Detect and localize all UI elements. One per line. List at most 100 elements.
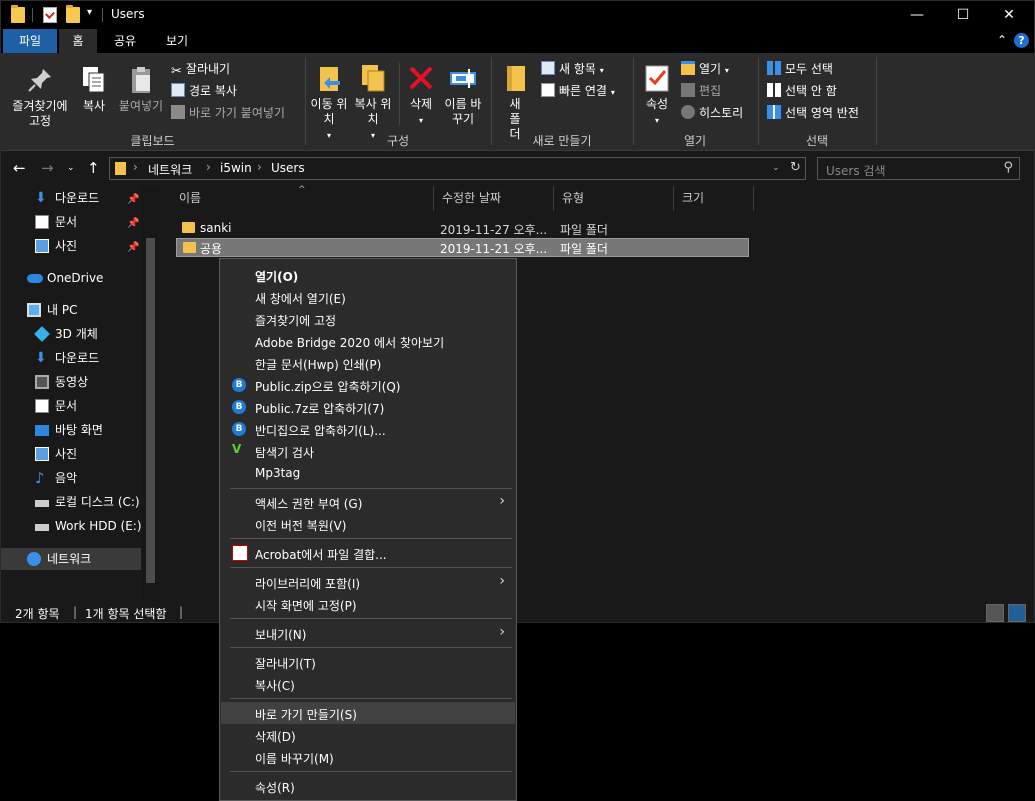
paste-button[interactable]: 붙여넣기 [115,65,167,114]
breadcrumb-chevron-icon[interactable]: › [257,160,262,174]
open-button[interactable]: 열기 ▾ [681,59,729,79]
collapse-ribbon-icon[interactable]: ⌃ [997,33,1007,47]
divider [102,8,103,22]
context-menu: 열기(O) 새 창에서 열기(E) 즐겨찾기에 고정 Adobe Bridge … [219,258,517,801]
properties-label: 속성 [645,97,669,111]
menu-item-properties[interactable]: 속성(R) [221,775,515,797]
tab-share[interactable]: 공유 [105,29,145,53]
recent-locations-chevron-icon[interactable]: ⌄ [67,163,75,173]
menu-item-include-library[interactable]: 라이브러리에 포함(I) › [221,571,515,593]
new-folder-quick-icon[interactable] [66,5,80,23]
menu-item-7z[interactable]: B Public.7z로 압축하기(7) [221,396,515,418]
move-to-button[interactable]: 이동 위치 ▾ [309,63,349,143]
address-dropdown-icon[interactable]: ⌄ [772,163,780,173]
refresh-icon[interactable]: ↻ [790,160,801,175]
delete-button[interactable]: 삭제 ▾ [403,63,439,128]
menu-item-rename[interactable]: 이름 바꾸기(M) [221,746,515,768]
cut-button[interactable]: ✂ 잘라내기 [171,59,230,79]
breadcrumb-chevron-icon[interactable]: › [206,160,211,174]
address-bar[interactable]: › 네트워크 › i5win › Users ⌄ ↻ [109,157,806,180]
menu-item-pin-quick-access[interactable]: 즐겨찾기에 고정 [221,308,515,330]
copy-button[interactable]: 복사 [77,65,111,114]
column-header-size[interactable]: 크기 [674,186,754,211]
maximize-button[interactable]: ☐ [940,1,986,29]
menu-item-copy[interactable]: 복사(C) [221,673,515,695]
menu-item-open-new-window[interactable]: 새 창에서 열기(E) [221,286,515,308]
easy-access-button[interactable]: 빠른 연결 ▾ [541,81,615,101]
menu-item-send-to[interactable]: 보내기(N) › [221,622,515,644]
search-box[interactable]: Users 검색 ⚲ [817,157,1020,180]
tab-file[interactable]: 파일 [3,29,57,53]
column-header-type[interactable]: 유형 [554,186,674,211]
copy-path-button[interactable]: 경로 복사 [171,81,237,101]
column-header-name[interactable]: 이름 [171,186,434,211]
menu-item-give-access[interactable]: 액세스 권한 부여 (G) › [221,491,515,513]
copy-icon [79,65,109,95]
edit-button[interactable]: 편집 [681,81,721,101]
breadcrumb-chevron-icon[interactable]: › [133,160,138,174]
quick-access-dropdown-icon[interactable]: ▾ [87,7,92,18]
menu-item-create-shortcut[interactable]: 바로 가기 만들기(S) [221,702,515,724]
pin-icon[interactable]: 📌 [127,242,139,253]
invert-selection-button[interactable]: 선택 영역 반전 [767,103,859,123]
select-none-button[interactable]: 선택 안 함 [767,81,837,101]
pin-icon[interactable]: 📌 [127,194,139,205]
status-bar: 2개 항목 | 1개 항목 선택함 | [1,601,1034,622]
menu-item-restore-versions[interactable]: 이전 버전 복원(V) [221,513,515,535]
select-all-button[interactable]: 모두 선택 [767,59,833,79]
menu-item-scan[interactable]: V 탐색기 검사 [221,440,515,462]
menu-item-cut[interactable]: 잘라내기(T) [221,651,515,673]
properties-button[interactable]: 속성 ▾ [639,63,675,128]
menu-item-delete[interactable]: 삭제(D) [221,724,515,746]
bandizip-icon: B [232,400,246,414]
drive-icon [35,500,49,507]
nav-item-label: 로컬 디스크 (C:) [55,495,140,509]
menu-item-label: 시작 화면에 고정(P) [255,599,357,613]
paste-shortcut-button[interactable]: 바로 가기 붙여넣기 [171,103,285,123]
history-button[interactable]: 히스토리 [681,103,743,123]
menu-item-acrobat-combine[interactable]: Acrobat에서 파일 결합... [221,542,515,564]
chevron-down-icon: ▾ [724,66,729,75]
menu-item-pin-start[interactable]: 시작 화면에 고정(P) [221,593,515,615]
minimize-button[interactable]: — [894,1,940,29]
tab-view[interactable]: 보기 [155,29,199,53]
up-arrow-icon[interactable]: ↑ [87,159,100,177]
menu-item-mp3tag[interactable]: Mp3tag [221,462,515,484]
rename-label: 이름 바꾸기 [444,97,482,126]
video-icon [35,375,49,389]
pin-icon[interactable]: 📌 [127,218,139,229]
close-button[interactable]: ✕ [986,1,1032,29]
open-label: 열기 [699,62,722,76]
breadcrumb-network[interactable]: 네트워크 [148,161,192,178]
new-item-button[interactable]: 새 항목 ▾ [541,59,604,79]
new-group-label: 새로 만들기 [532,134,592,148]
breadcrumb-users[interactable]: Users [271,161,305,175]
rename-button[interactable]: 이름 바꾸기 [443,63,483,127]
back-arrow-icon[interactable]: ← [13,159,26,177]
nav-scrollbar[interactable] [142,186,159,601]
properties-quick-icon[interactable] [43,7,57,23]
menu-item-label: 반디집으로 압축하기(L)... [255,424,386,438]
easy-access-label: 빠른 연결 [559,84,607,98]
tab-home[interactable]: 홈 [59,29,97,53]
new-folder-button[interactable]: 새 폴더 [497,63,533,142]
help-icon[interactable]: ? [1014,33,1029,48]
new-folder-icon [500,63,530,93]
file-row-public[interactable]: 공용 2019-11-21 오후... 파일 폴더 [176,238,749,257]
column-header-date[interactable]: 수정한 날짜 [434,186,554,211]
menu-item-bandizip[interactable]: B 반디집으로 압축하기(L)... [221,418,515,440]
pin-to-quick-access-button[interactable]: 즐겨찾기에 고정 [7,65,73,129]
file-row-sanki[interactable]: sanki 2019-11-27 오후... 파일 폴더 [176,219,749,238]
status-divider: | [179,605,184,619]
copy-to-button[interactable]: 복사 위치 ▾ [353,63,393,143]
breadcrumb-i5win[interactable]: i5win [220,161,252,175]
nav-scrollbar-thumb[interactable] [146,238,155,583]
menu-item-zip[interactable]: B Public.zip으로 압축하기(Q) [221,374,515,396]
menu-item-hwp-print[interactable]: 한글 문서(Hwp) 인쇄(P) [221,352,515,374]
antivirus-v3-icon: V [232,442,242,456]
details-view-icon[interactable] [986,604,1004,622]
menu-item-adobe-bridge[interactable]: Adobe Bridge 2020 에서 찾아보기 [221,330,515,352]
large-icons-view-icon[interactable] [1008,604,1026,622]
menu-item-open[interactable]: 열기(O) [221,264,515,286]
forward-arrow-icon[interactable]: → [41,159,54,177]
